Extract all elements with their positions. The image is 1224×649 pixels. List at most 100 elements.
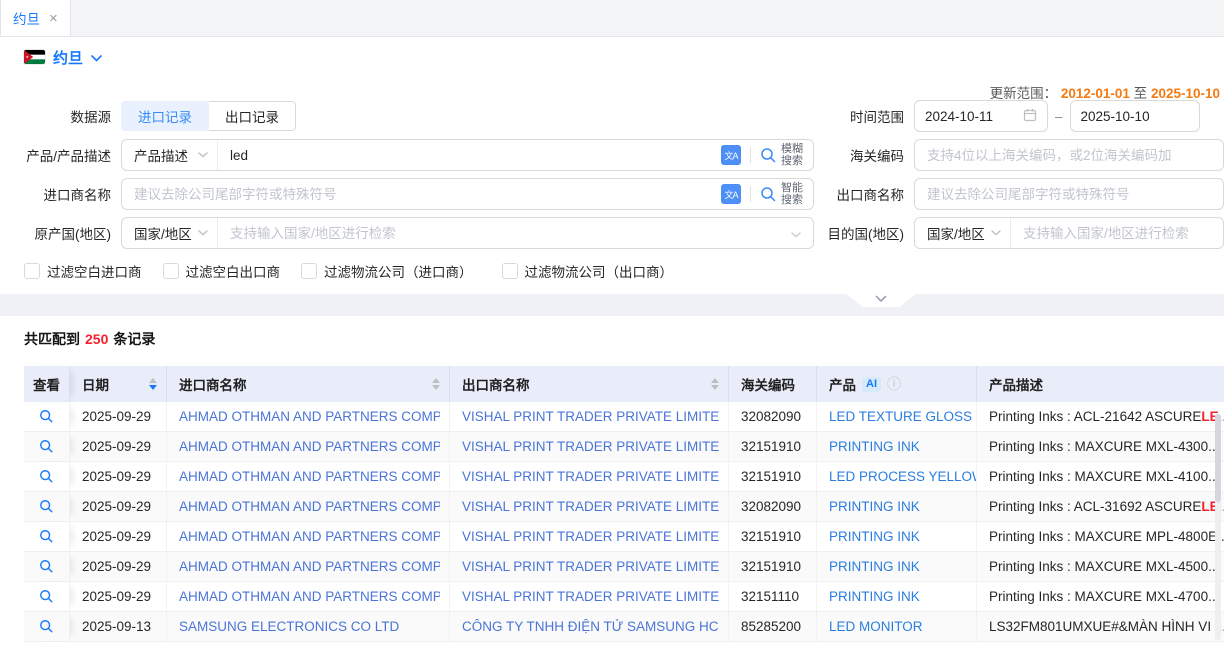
destination-input-group: 国家/地区: [914, 217, 1224, 249]
filter-label: 过滤空白出口商: [186, 261, 281, 281]
column-header-exporter: 出口商名称: [450, 366, 729, 402]
update-range-from: 2012-01-01: [1061, 86, 1130, 101]
row-exporter-link[interactable]: VISHAL PRINT TRADER PRIVATE LIMITED: [462, 499, 719, 514]
sort-importer-control[interactable]: [432, 378, 440, 390]
tab-jordan[interactable]: 约旦 ×: [0, 0, 71, 36]
row-date: 2025-09-29: [70, 582, 167, 611]
filter-logistics-exporter[interactable]: 过滤物流公司（出口商）: [502, 261, 674, 281]
row-product-link[interactable]: PRINTING INK: [829, 529, 920, 544]
table-row: 2025-09-29 AHMAD OTHMAN AND PARTNERS COM…: [24, 522, 1224, 552]
row-exporter-link[interactable]: VISHAL PRINT TRADER PRIVATE LIMITED: [462, 559, 719, 574]
filter-blank-importer[interactable]: 过滤空白进口商: [24, 261, 142, 281]
results-count: 250: [85, 331, 108, 347]
smart-search-button[interactable]: 智能搜索: [760, 182, 813, 206]
sort-exporter-control[interactable]: [711, 378, 719, 390]
row-hs-code: 32151910: [729, 462, 817, 491]
destination-country-input[interactable]: [1011, 218, 1223, 248]
info-icon[interactable]: ⓘ: [887, 374, 901, 394]
column-header-product: 产品 AI ⓘ: [817, 366, 977, 402]
row-importer-link[interactable]: AHMAD OTHMAN AND PARTNERS COMPA...: [179, 559, 440, 574]
row-exporter-link[interactable]: VISHAL PRINT TRADER PRIVATE LIMITED: [462, 529, 719, 544]
sort-descending-icon: [432, 385, 440, 390]
row-exporter-link[interactable]: VISHAL PRINT TRADER PRIVATE LIMITED: [462, 589, 719, 604]
update-range-label: 更新范围：: [990, 86, 1058, 101]
origin-country-input[interactable]: [218, 218, 791, 248]
row-importer-link[interactable]: AHMAD OTHMAN AND PARTNERS COMPA...: [179, 439, 440, 454]
view-record-button[interactable]: [39, 409, 54, 424]
fuzzy-line2: 搜索: [781, 155, 803, 167]
view-record-button[interactable]: [39, 469, 54, 484]
sort-date-control[interactable]: [149, 378, 157, 390]
translate-icon[interactable]: 文A: [721, 145, 741, 165]
import-records-toggle[interactable]: 进口记录: [121, 101, 209, 131]
row-importer-link[interactable]: AHMAD OTHMAN AND PARTNERS COMPA...: [179, 589, 440, 604]
importer-label: 进口商名称: [0, 184, 111, 204]
row-product-link[interactable]: PRINTING INK: [829, 559, 920, 574]
filter-logistics-importer[interactable]: 过滤物流公司（进口商）: [301, 261, 473, 281]
export-records-toggle[interactable]: 出口记录: [208, 101, 296, 131]
checkbox[interactable]: [24, 263, 40, 279]
table-header: 查看 日期 进口商名称 出口商名称: [24, 366, 1224, 402]
checkbox[interactable]: [301, 263, 317, 279]
view-record-button[interactable]: [39, 619, 54, 634]
row-date: 2025-09-29: [70, 402, 167, 431]
filter-blank-exporter[interactable]: 过滤空白出口商: [163, 261, 281, 281]
table-row: 2025-09-29 AHMAD OTHMAN AND PARTNERS COM…: [24, 432, 1224, 462]
importer-name-input[interactable]: [122, 179, 721, 209]
table-scrollbar[interactable]: [1215, 414, 1221, 640]
view-record-button[interactable]: [39, 559, 54, 574]
close-icon[interactable]: ×: [49, 11, 58, 26]
exporter-label: 出口商名称: [819, 184, 904, 204]
table-scrollbar-thumb[interactable]: [1215, 414, 1221, 502]
chevron-down-icon: [875, 295, 887, 303]
magnifier-icon: [39, 469, 54, 484]
date-to-input[interactable]: 2025-10-10: [1070, 100, 1200, 132]
product-label: 产品/产品描述: [0, 145, 111, 165]
collapse-search-panel-handle[interactable]: [846, 294, 916, 307]
origin-country-select[interactable]: 国家/地区: [122, 218, 218, 248]
row-importer-link[interactable]: SAMSUNG ELECTRONICS CO LTD: [179, 619, 399, 634]
table-row: 2025-09-29 AHMAD OTHMAN AND PARTNERS COM…: [24, 402, 1224, 432]
row-product-link[interactable]: PRINTING INK: [829, 439, 920, 454]
table-row: 2025-09-29 AHMAD OTHMAN AND PARTNERS COM…: [24, 462, 1224, 492]
hs-code-label: 海关编码: [819, 145, 904, 165]
chevron-down-icon[interactable]: [791, 226, 801, 241]
results-summary: 共匹配到250条记录: [24, 329, 1224, 349]
exporter-name-input[interactable]: [914, 178, 1224, 210]
view-record-button[interactable]: [39, 529, 54, 544]
row-exporter-link[interactable]: VISHAL PRINT TRADER PRIVATE LIMITED: [462, 409, 719, 424]
row-importer-link[interactable]: AHMAD OTHMAN AND PARTNERS COMPA...: [179, 409, 440, 424]
view-record-button[interactable]: [39, 499, 54, 514]
magnifier-icon: [39, 619, 54, 634]
checkbox[interactable]: [163, 263, 179, 279]
row-exporter-link[interactable]: VISHAL PRINT TRADER PRIVATE LIMITED: [462, 469, 719, 484]
sort-ascending-icon: [432, 378, 440, 383]
checkbox[interactable]: [502, 263, 518, 279]
row-hs-code: 32151110: [729, 582, 817, 611]
view-record-button[interactable]: [39, 439, 54, 454]
row-product-link[interactable]: LED PROCESS YELLOW...: [829, 469, 976, 484]
destination-country-select[interactable]: 国家/地区: [915, 218, 1011, 248]
translate-icon[interactable]: 文A: [721, 184, 741, 204]
hs-code-input[interactable]: [914, 139, 1224, 171]
row-exporter-link[interactable]: VISHAL PRINT TRADER PRIVATE LIMITED: [462, 439, 719, 454]
row-exporter-link[interactable]: CÔNG TY TNHH ĐIỆN TỬ SAMSUNG HCMC...: [462, 619, 719, 634]
product-search-input[interactable]: [218, 140, 721, 170]
row-product-link[interactable]: PRINTING INK: [829, 499, 920, 514]
product-type-select[interactable]: 产品描述: [122, 140, 218, 170]
date-range-separator: –: [1055, 109, 1063, 124]
row-product-link[interactable]: LED TEXTURE GLOSS ...: [829, 409, 976, 424]
origin-input-group: 国家/地区: [121, 217, 814, 249]
row-importer-link[interactable]: AHMAD OTHMAN AND PARTNERS COMPA...: [179, 499, 440, 514]
update-range-to: 2025-10-10: [1151, 86, 1220, 101]
row-date: 2025-09-29: [70, 432, 167, 461]
row-importer-link[interactable]: AHMAD OTHMAN AND PARTNERS COMPA...: [179, 469, 440, 484]
fuzzy-line1: 模糊: [781, 143, 803, 155]
chevron-down-icon[interactable]: [91, 50, 102, 65]
row-product-link[interactable]: PRINTING INK: [829, 589, 920, 604]
view-record-button[interactable]: [39, 589, 54, 604]
row-product-link[interactable]: LED MONITOR: [829, 619, 923, 634]
fuzzy-search-button[interactable]: 模糊搜索: [760, 143, 813, 167]
row-importer-link[interactable]: AHMAD OTHMAN AND PARTNERS COMPA...: [179, 529, 440, 544]
date-from-input[interactable]: 2024-10-11: [914, 100, 1048, 132]
